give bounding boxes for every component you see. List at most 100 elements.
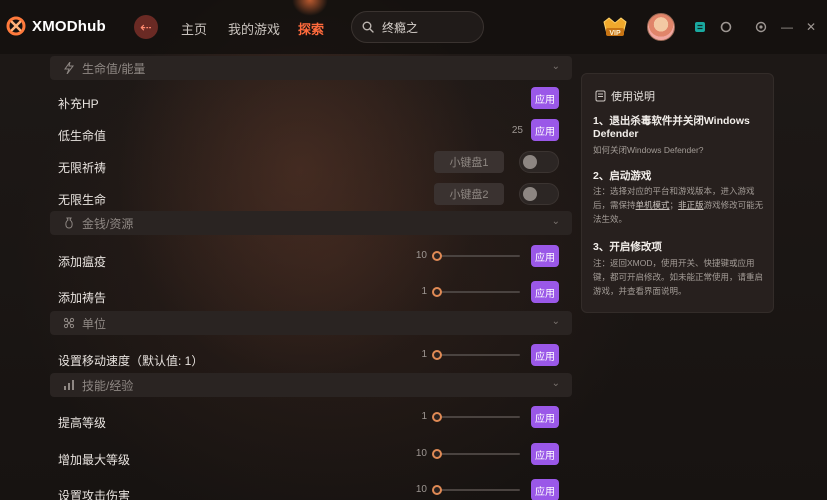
step2-title: 2、启动游戏 — [593, 170, 652, 182]
mod-label: 补充HP — [58, 97, 99, 111]
layout-icon[interactable] — [692, 19, 708, 35]
section-skills-exp[interactable]: 技能/经验 ⌄ — [50, 373, 572, 397]
svg-text:VIP: VIP — [609, 30, 621, 37]
toggle-switch[interactable] — [519, 183, 559, 205]
app-logo[interactable]: XMODhub — [6, 16, 106, 36]
apply-button[interactable]: 应用 — [531, 87, 559, 109]
section-units[interactable]: 单位 ⌄ — [50, 311, 572, 335]
mod-row-inf-prayer: 无限祈祷 小键盘1 — [45, 151, 572, 183]
section-title: 金钱/资源 — [82, 216, 134, 231]
standalone-mode-link[interactable]: 单机模式 — [636, 200, 670, 210]
apply-button[interactable]: 应用 — [531, 443, 559, 465]
slider-knob[interactable] — [432, 350, 442, 360]
mod-row-attack-damage: 设置攻击伤害 10 应用 — [45, 479, 572, 500]
nav-my-games[interactable]: 我的游戏 — [228, 19, 280, 38]
nav-explore[interactable]: 探索 — [298, 19, 324, 38]
close-icon[interactable]: ✕ — [803, 19, 819, 35]
mod-label: 增加最大等级 — [58, 453, 131, 467]
apply-button[interactable]: 应用 — [531, 119, 559, 141]
bar-chart-icon — [62, 378, 76, 392]
mod-label: 提高等级 — [58, 416, 107, 430]
mod-label: 低生命值 — [58, 129, 107, 143]
nav-home[interactable]: 主页 — [181, 19, 207, 38]
slider-knob[interactable] — [432, 251, 442, 261]
mod-row-add-plague: 添加瘟疫 10 应用 — [45, 245, 572, 277]
section-title: 技能/经验 — [82, 378, 134, 393]
section-title: 单位 — [82, 316, 107, 331]
vip-badge-icon[interactable]: VIP — [601, 14, 629, 40]
mod-value: 1 — [421, 411, 427, 422]
hotkey-chip[interactable]: 小键盘1 — [434, 151, 504, 173]
mod-value: 25 — [511, 125, 523, 136]
app-name: XMODhub — [32, 17, 106, 35]
value-slider[interactable] — [432, 350, 520, 360]
value-slider[interactable] — [432, 485, 520, 495]
hexagon-icon[interactable] — [718, 19, 734, 35]
xmod-logo-icon — [6, 16, 26, 36]
chevron-down-icon: ⌄ — [551, 378, 560, 389]
step1-title: 1、退出杀毒软件并关闭Windows Defender — [593, 115, 750, 140]
apply-button[interactable]: 应用 — [531, 281, 559, 303]
toggle-switch[interactable] — [519, 151, 559, 173]
mod-row-low-hp: 低生命值 25 应用 — [45, 119, 572, 151]
step2-text: 注：选择对应的平台和游戏版本，进入游戏后，需保持单机模式；非正版游戏修改可能无法… — [593, 186, 764, 224]
mod-row-max-level: 增加最大等级 10 应用 — [45, 443, 572, 475]
search-input[interactable] — [382, 20, 472, 34]
value-slider[interactable] — [432, 287, 520, 297]
chevron-down-icon: ⌄ — [551, 216, 560, 227]
guide-title: 使用说明 — [611, 91, 655, 103]
slider-knob[interactable] — [432, 485, 442, 495]
section-title: 生命值/能量 — [82, 61, 146, 76]
chevron-down-icon: ⌄ — [551, 61, 560, 72]
non-genuine-link[interactable]: 非正版 — [678, 200, 704, 210]
toggle-knob — [523, 187, 537, 201]
user-avatar[interactable] — [647, 13, 675, 41]
mod-value: 10 — [415, 250, 427, 261]
step3-text: 注：返回XMOD，使用开关、快捷键或应用键，都可开启修改。如未能正常使用，请重启… — [593, 258, 764, 296]
apply-button[interactable]: 应用 — [531, 406, 559, 428]
value-slider[interactable] — [432, 412, 520, 422]
mod-row-add-prayer: 添加祷告 1 应用 — [45, 281, 572, 313]
mod-list-panel: 生命值/能量 ⌄ 补充HP 应用 低生命值 25 应用 无限祈祷 小键盘1 无限… — [45, 54, 572, 500]
mod-label: 添加祷告 — [58, 291, 107, 305]
mod-value: 1 — [421, 349, 427, 360]
step1-link[interactable]: 如何关闭Windows Defender? — [593, 143, 771, 157]
back-arrow-icon: ⇠ — [140, 18, 152, 35]
mod-row-move-speed: 设置移动速度（默认值: 1） 1 应用 — [45, 344, 572, 376]
search-box[interactable] — [351, 11, 484, 43]
mod-value: 10 — [415, 484, 427, 495]
document-icon — [595, 90, 606, 102]
usage-guide-panel: 使用说明 1、退出杀毒软件并关闭Windows Defender 如何关闭Win… — [581, 73, 774, 313]
minimize-icon[interactable]: — — [779, 19, 795, 35]
units-icon — [62, 316, 76, 330]
mod-value: 10 — [415, 448, 427, 459]
value-slider[interactable] — [432, 251, 520, 261]
search-icon — [362, 21, 374, 33]
step3-title: 3、开启修改项 — [593, 241, 662, 253]
slider-knob[interactable] — [432, 449, 442, 459]
apply-button[interactable]: 应用 — [531, 479, 559, 500]
settings-icon[interactable] — [753, 19, 769, 35]
mod-label: 无限生命 — [58, 193, 107, 207]
toggle-knob — [523, 155, 537, 169]
mod-row-hp-refill: 补充HP 应用 — [45, 87, 572, 119]
mod-value: 1 — [421, 286, 427, 297]
mod-label: 无限祈祷 — [58, 161, 107, 175]
slider-knob[interactable] — [432, 287, 442, 297]
money-bag-icon — [62, 216, 76, 230]
mod-label: 设置移动速度（默认值: 1） — [58, 354, 204, 368]
mod-label: 添加瘟疫 — [58, 255, 107, 269]
back-button[interactable]: ⇠ — [134, 15, 158, 39]
chevron-down-icon: ⌄ — [551, 316, 560, 327]
nav-active-glow — [292, 0, 328, 16]
lightning-icon — [62, 61, 76, 75]
section-health-energy[interactable]: 生命值/能量 ⌄ — [50, 56, 572, 80]
hotkey-chip[interactable]: 小键盘2 — [434, 183, 504, 205]
section-money-resources[interactable]: 金钱/资源 ⌄ — [50, 211, 572, 235]
apply-button[interactable]: 应用 — [531, 344, 559, 366]
apply-button[interactable]: 应用 — [531, 245, 559, 267]
mod-row-level-up: 提高等级 1 应用 — [45, 406, 572, 438]
value-slider[interactable] — [432, 449, 520, 459]
top-bar: XMODhub ⇠ 主页 我的游戏 探索 VIP — ✕ — [0, 0, 827, 54]
slider-knob[interactable] — [432, 412, 442, 422]
